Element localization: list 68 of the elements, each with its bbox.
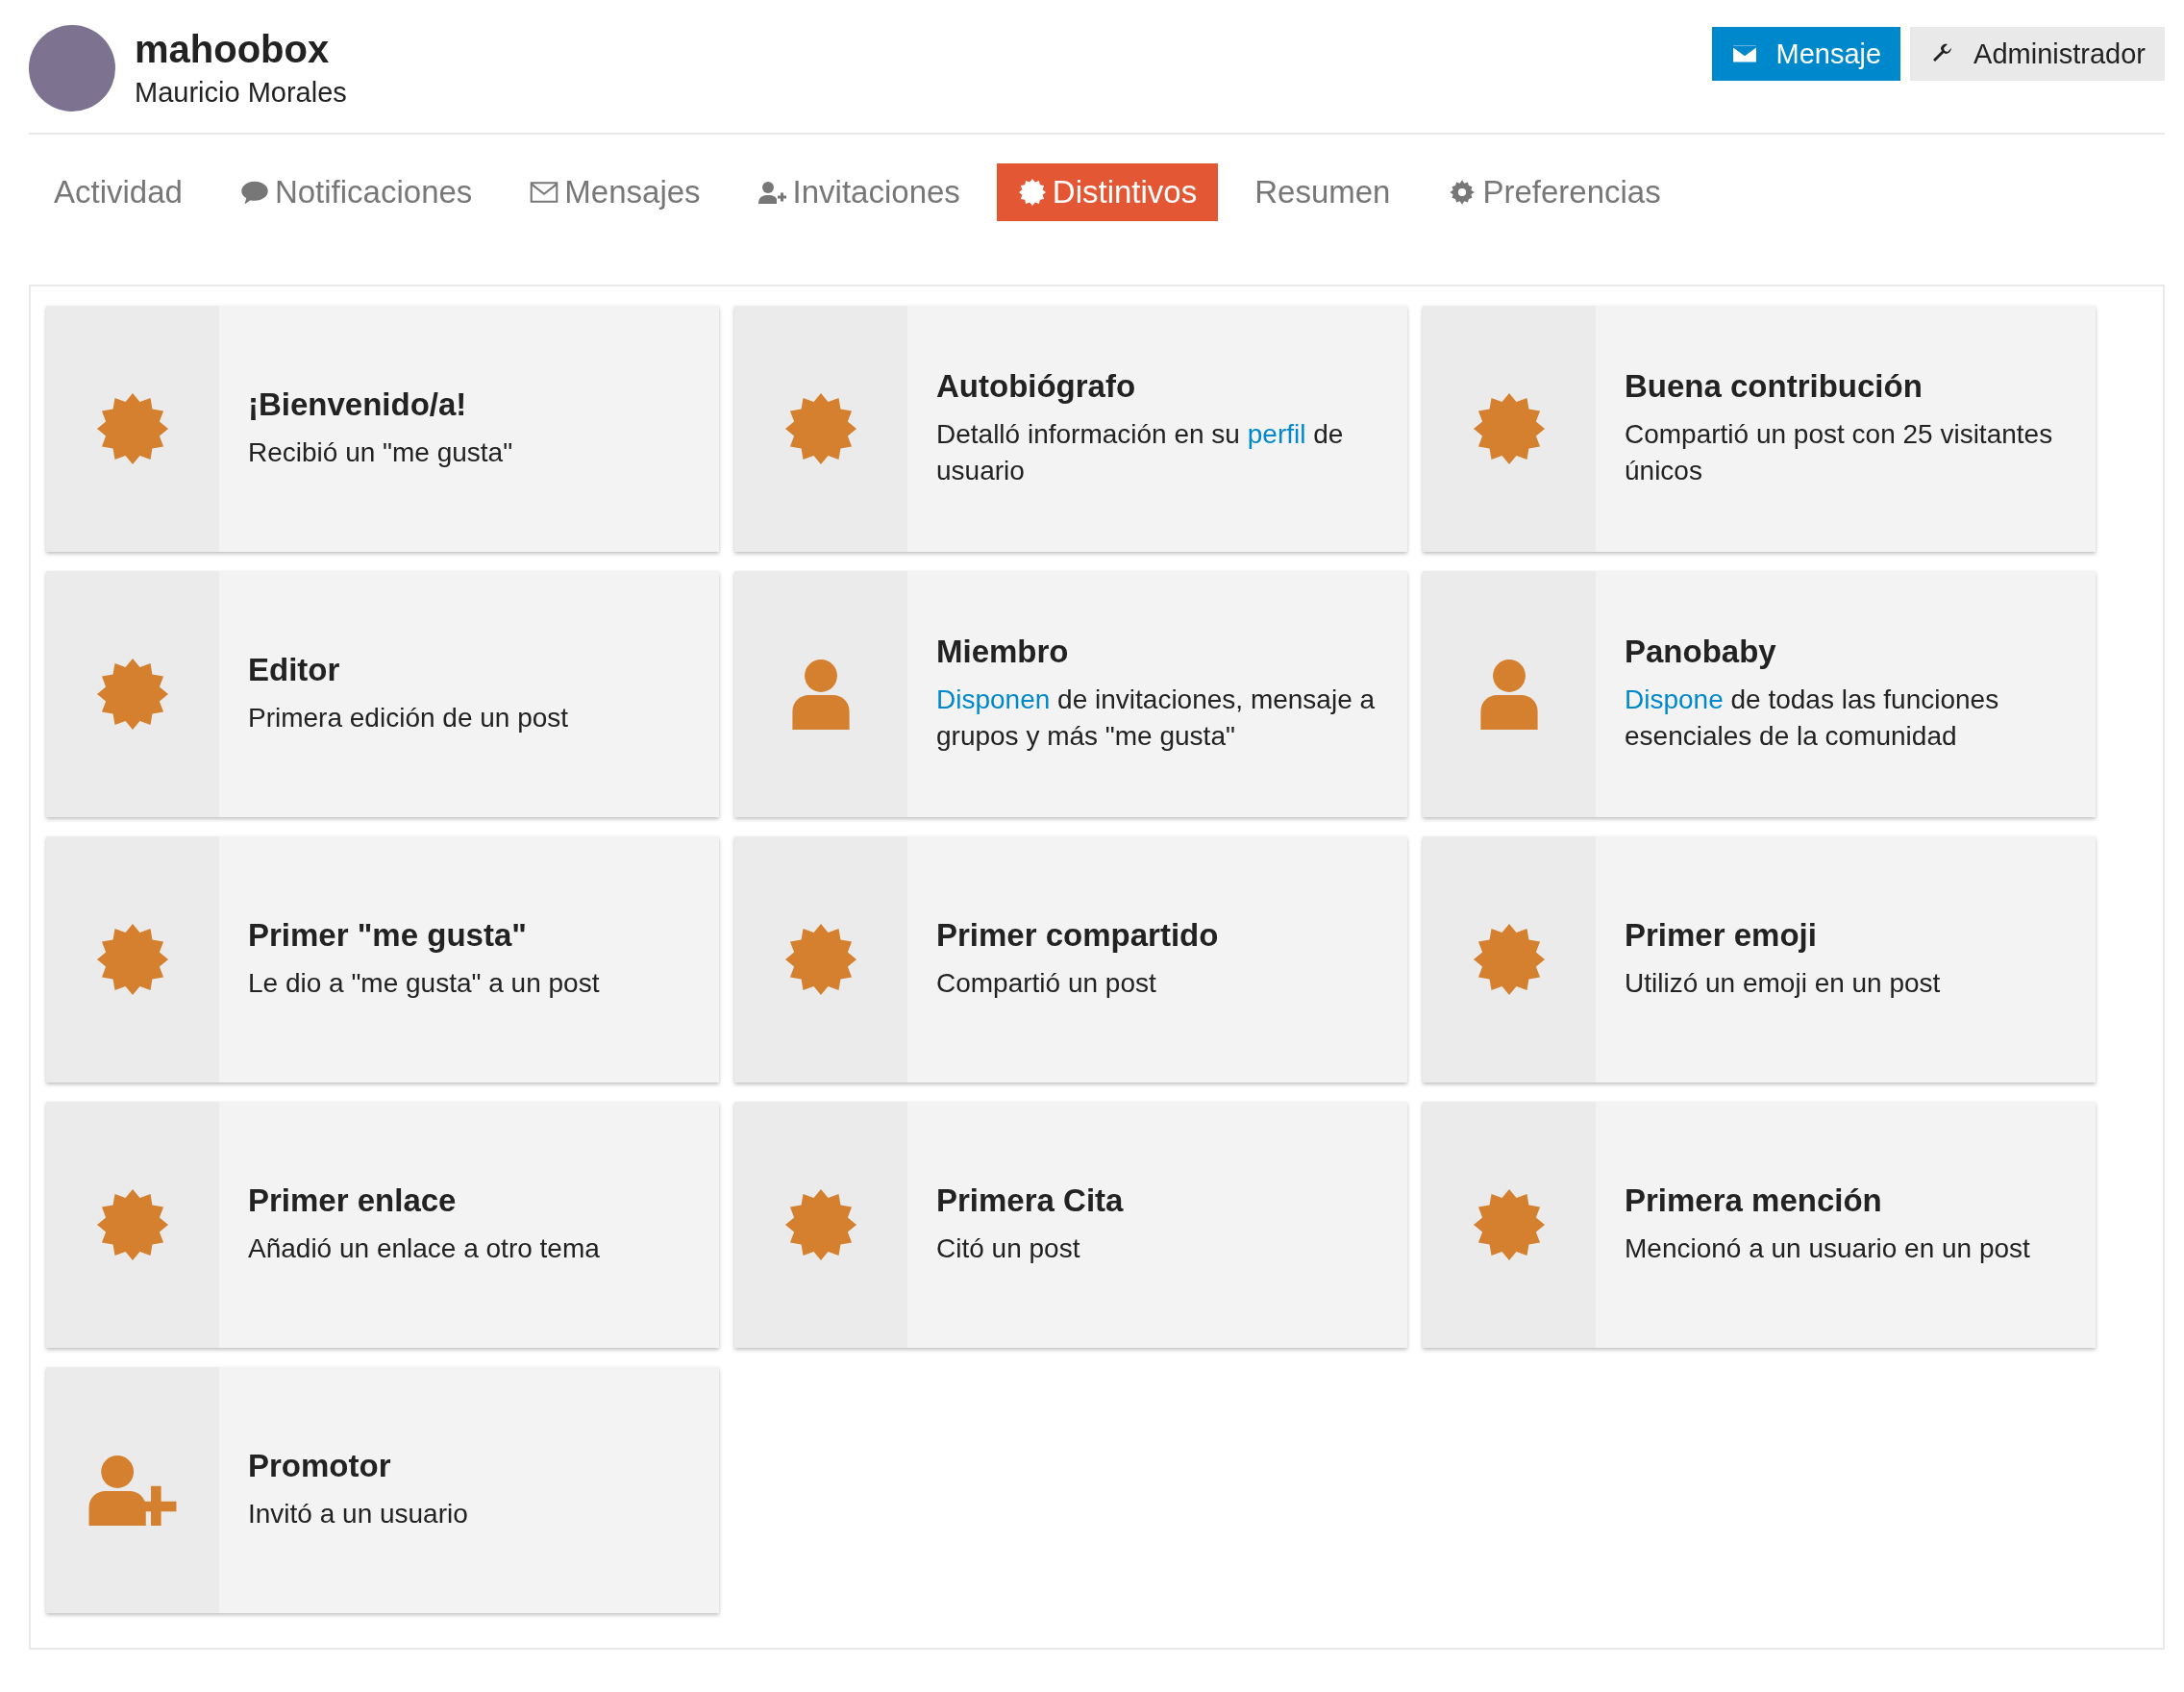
badge-description: Disponen de invitaciones, mensaje a grupos y más "me gusta" (936, 684, 1377, 753)
badge-title: Buena contribución (1625, 368, 1923, 405)
badge-card[interactable]: Editor Primera edición de un post (46, 571, 719, 817)
badge-description: Dispone de todas las funciones esenciales de la comunidad (1625, 684, 2000, 753)
badge-title: Primera Cita (936, 1182, 1124, 1219)
badge-title: Panobaby (1625, 634, 1777, 670)
badge-icon (785, 1189, 856, 1260)
nav-tab[interactable]: Mensajes (509, 163, 722, 221)
nav-tab[interactable]: Resumen (1233, 163, 1412, 221)
badge-title: Editor (248, 652, 341, 688)
badge-icon (97, 659, 168, 730)
badge-description: Le dio a "me gusta" a un post (248, 967, 600, 1000)
add-user-icon (757, 179, 787, 206)
badge-card[interactable]: Autobiógrafo Detalló información en su perfil de usuario (734, 306, 1407, 552)
badge-description: Compartió un post con 25 visitantes únicos (1625, 418, 2054, 487)
badge-icon (1474, 1189, 1545, 1260)
badge-card[interactable]: Primer compartido Compartió un post (734, 836, 1407, 1082)
badge-description: Citó un post (936, 1232, 1081, 1265)
nav-tab[interactable]: Distintivos (996, 163, 1219, 221)
badge-card[interactable]: Primer emoji Utilizó un emoji en un post (1423, 836, 2096, 1082)
full-name: Mauricio Morales (135, 77, 347, 109)
badge-card[interactable]: Promotor Invitó a un usuario (46, 1367, 719, 1613)
badge-card[interactable]: Miembro Disponen de invitaciones, mensaje a grupos y más "me gusta" (734, 571, 1407, 817)
nav-tab[interactable]: Notificaciones (218, 163, 494, 221)
badge-title: Primer emoji (1625, 917, 1818, 954)
speech-bubble-icon (239, 179, 269, 206)
envelope-icon (530, 179, 559, 206)
badge-title: Primer enlace (248, 1182, 458, 1219)
badge-icon (785, 393, 856, 464)
badge-title: ¡Bienvenido/a! (248, 386, 468, 423)
link[interactable]: Dispone (1625, 684, 1724, 714)
admin-button[interactable]: Administrador (1910, 27, 2165, 81)
badge-card[interactable]: Primer enlace Añadió un enlace a otro tema (46, 1102, 719, 1348)
badge-card[interactable]: Primera Cita Citó un post (734, 1102, 1407, 1348)
nav-tab[interactable]: Preferencias (1427, 163, 1682, 221)
nav-tab[interactable]: Actividad (33, 163, 204, 221)
badge-card[interactable]: Panobaby Dispone de todas las funciones esenciales de la comunidad (1423, 571, 2096, 817)
badge-icon (1017, 179, 1047, 206)
badge-card[interactable]: ¡Bienvenido/a! Recibió un "me gusta" (46, 306, 719, 552)
badge-description: Mencionó a un usuario en un post (1625, 1232, 2030, 1265)
badge-title: Primer "me gusta" (248, 917, 528, 954)
link[interactable]: perfil (1247, 419, 1306, 449)
badge-card[interactable]: Primera mención Mencionó a un usuario en un post (1423, 1102, 2096, 1348)
envelope-icon (1731, 42, 1759, 65)
badge-title: Miembro (936, 634, 1070, 670)
badge-description: Recibió un "me gusta" (248, 436, 513, 469)
link[interactable]: Disponen (936, 684, 1051, 714)
badge-icon (97, 1189, 168, 1260)
badge-icon (1474, 393, 1545, 464)
badge-card[interactable]: Primer "me gusta" Le dio a "me gusta" a un post (46, 836, 719, 1082)
nav-tab[interactable]: Invitaciones (736, 163, 981, 221)
badge-card[interactable]: Buena contribución Compartió un post con 25 visitantes únicos (1423, 306, 2096, 552)
username: mahoobox (135, 28, 331, 71)
badge-title: Primer compartido (936, 917, 1219, 954)
badge-description: Utilizó un emoji en un post (1625, 967, 1941, 1000)
badge-description: Detalló información en su perfil de usuario (936, 418, 1345, 487)
badge-description: Primera edición de un post (248, 702, 569, 734)
badge-description: Compartió un post (936, 967, 1157, 1000)
badge-title: Autobiógrafo (936, 368, 1137, 405)
badge-icon (785, 924, 856, 995)
badge-description: Invitó a un usuario (248, 1498, 468, 1530)
badge-description: Añadió un enlace a otro tema (248, 1232, 600, 1265)
badge-title: Primera mención (1625, 1182, 1883, 1219)
badge-title: Promotor (248, 1448, 392, 1484)
badge-icon (97, 393, 168, 464)
badge-icon (1474, 924, 1545, 995)
badge-icon (97, 924, 168, 995)
message-button[interactable]: Mensaje (1712, 27, 1901, 81)
